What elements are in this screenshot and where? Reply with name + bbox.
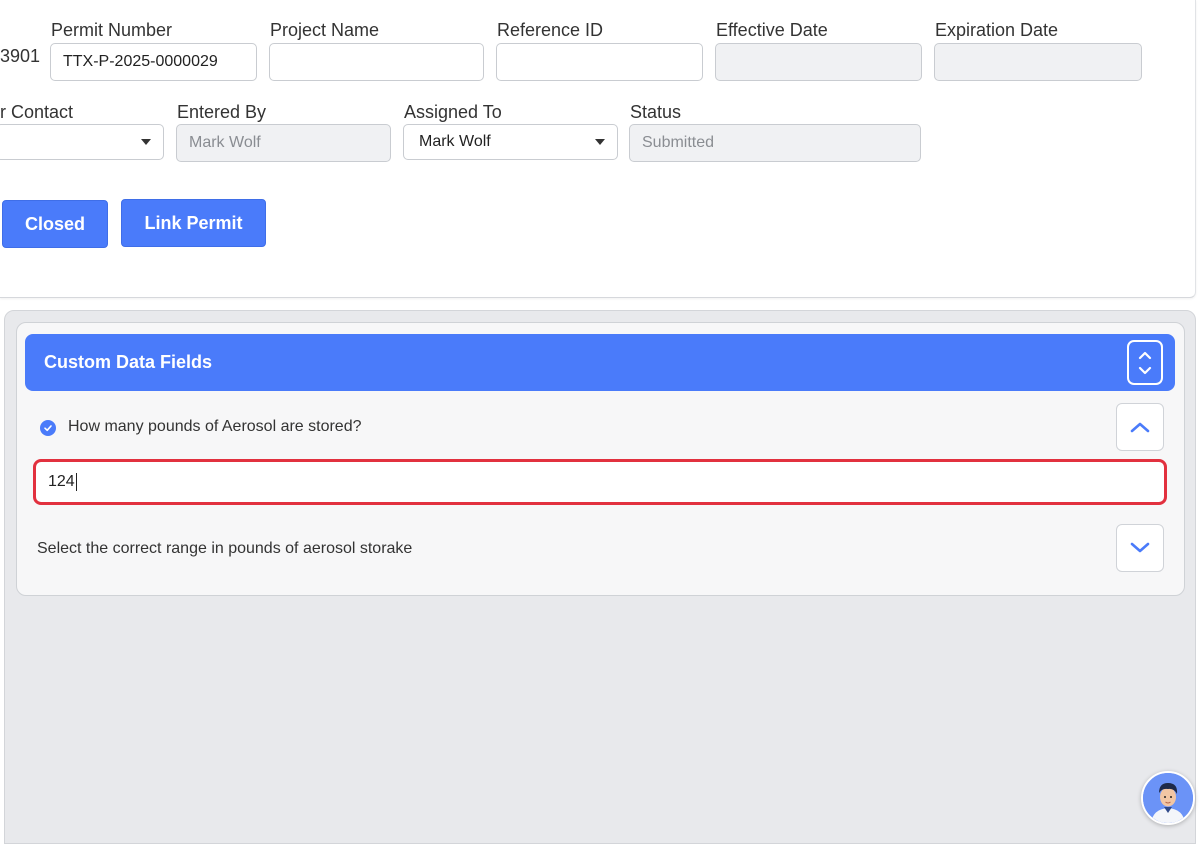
question-2-text: Select the correct range in pounds of ae… [37, 540, 413, 557]
entered-by-value: Mark Wolf [189, 134, 261, 151]
status-label: Status [630, 102, 682, 122]
dropdown-caret-icon [595, 139, 605, 145]
contact-select[interactable] [0, 124, 164, 160]
question-1-text: How many pounds of Aerosol are stored? [68, 418, 362, 435]
dropdown-caret-icon [141, 139, 151, 145]
permit-form-card: 3901 Permit Number TTX-P-2025-0000029 Pr… [0, 0, 1196, 298]
reference-id-label: Reference ID [497, 20, 604, 40]
closed-button[interactable]: Closed [2, 200, 108, 248]
link-permit-button[interactable]: Link Permit [121, 199, 266, 247]
chevron-up-icon [1130, 422, 1150, 433]
question-1-answer-value: 124 [48, 473, 75, 490]
project-name-label: Project Name [270, 20, 380, 40]
assigned-to-label: Assigned To [404, 102, 502, 122]
clipped-field-value: 3901 [0, 46, 41, 66]
text-cursor [75, 473, 77, 491]
page: 3901 Permit Number TTX-P-2025-0000029 Pr… [0, 0, 1200, 844]
assigned-to-select[interactable]: Mark Wolf [403, 124, 618, 160]
entered-by-input: Mark Wolf [176, 124, 391, 162]
panel-title: Custom Data Fields [44, 352, 213, 372]
expand-collapse-icon[interactable] [1127, 340, 1163, 385]
project-name-input[interactable] [269, 43, 484, 81]
status-value: Submitted [642, 134, 715, 151]
effective-date-label: Effective Date [716, 20, 828, 40]
status-input: Submitted [629, 124, 921, 162]
expiration-date-input [934, 43, 1142, 81]
contact-label: r Contact [0, 102, 74, 122]
expiration-date-label: Expiration Date [935, 20, 1059, 40]
assistant-avatar[interactable] [1141, 771, 1195, 825]
question-1-collapse-button[interactable] [1116, 403, 1164, 451]
effective-date-input [715, 43, 922, 81]
permit-number-input[interactable]: TTX-P-2025-0000029 [50, 43, 257, 81]
check-circle-icon [40, 420, 56, 436]
assigned-to-value: Mark Wolf [419, 133, 491, 150]
chevron-down-icon [1130, 542, 1150, 553]
permit-number-value: TTX-P-2025-0000029 [63, 53, 218, 70]
entered-by-label: Entered By [177, 102, 267, 122]
reference-id-input[interactable] [496, 43, 703, 81]
permit-number-label: Permit Number [51, 20, 173, 40]
question-2-expand-button[interactable] [1116, 524, 1164, 572]
custom-data-fields-header[interactable]: Custom Data Fields [25, 334, 1175, 391]
question-1-answer-input[interactable]: 124 [33, 459, 1167, 505]
